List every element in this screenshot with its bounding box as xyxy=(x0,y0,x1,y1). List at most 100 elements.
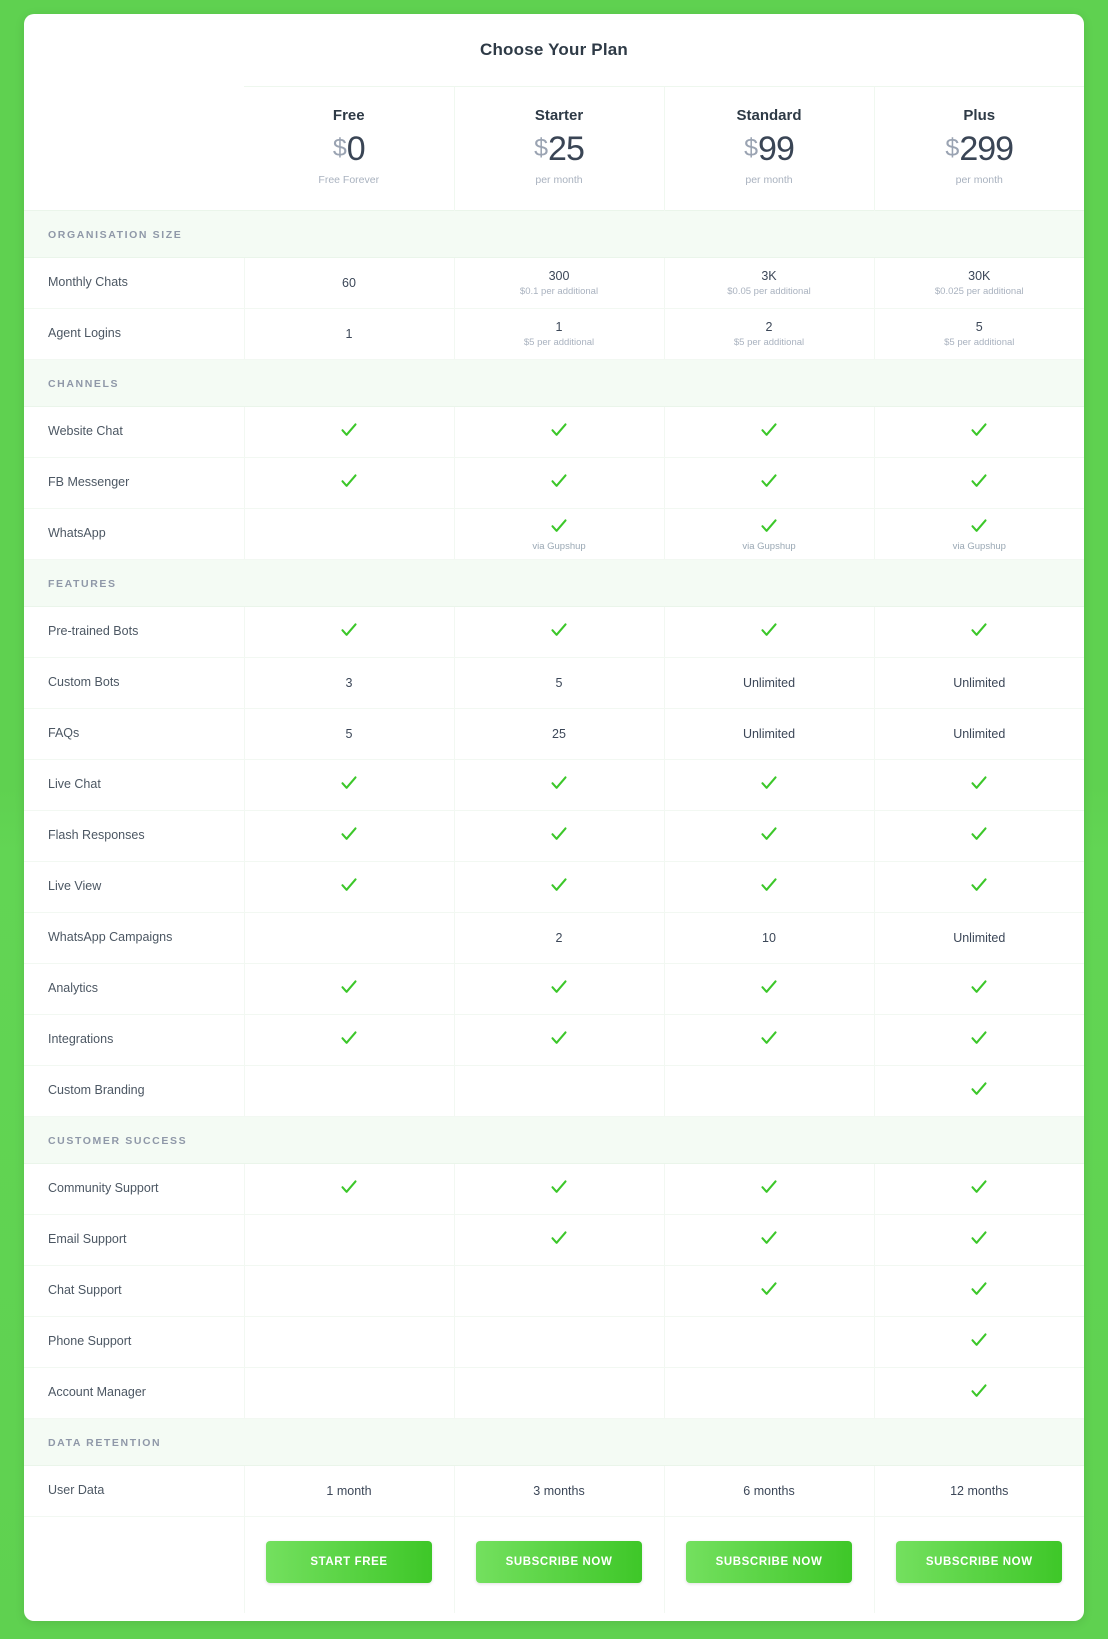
feature-label: WhatsApp xyxy=(24,508,244,560)
page-title: Choose Your Plan xyxy=(479,40,629,59)
cell-value: 1 xyxy=(555,320,563,334)
plan-cta-button-starter[interactable]: SUBSCRIBE NOW xyxy=(476,1541,642,1583)
feature-label: Analytics xyxy=(24,963,244,1015)
cta-cell: START FREE xyxy=(243,1516,454,1613)
table-row: Integrations xyxy=(24,1014,1084,1066)
checkmark-icon xyxy=(550,876,568,894)
feature-value-cell xyxy=(243,406,454,458)
table-row: Website Chat xyxy=(24,406,1084,458)
section-label: CUSTOMER SUCCESS xyxy=(48,1135,188,1147)
currency-symbol: $ xyxy=(945,134,960,162)
cta-cell: SUBSCRIBE NOW xyxy=(873,1516,1084,1613)
feature-label: Email Support xyxy=(24,1214,244,1266)
checkmark-icon xyxy=(970,1029,988,1047)
cell-subtext: $0.025 per additional xyxy=(934,286,1024,297)
feature-value-cell: via Gupshup xyxy=(453,508,664,560)
feature-value-cell: via Gupshup xyxy=(873,508,1084,560)
feature-value-cell: 1 xyxy=(243,308,454,360)
table-row: Pre-trained Bots xyxy=(24,606,1084,658)
feature-value-cell xyxy=(873,457,1084,509)
checkmark-icon xyxy=(760,876,778,894)
plan-period: Free Forever xyxy=(318,174,380,186)
feature-label: Phone Support xyxy=(24,1316,244,1368)
feature-value-cell xyxy=(663,1367,874,1419)
cell-value: 10 xyxy=(762,931,776,945)
feature-value-cell xyxy=(663,1163,874,1215)
feature-label: Website Chat xyxy=(24,406,244,458)
checkmark-icon xyxy=(760,421,778,439)
cta-cell: SUBSCRIBE NOW xyxy=(453,1516,664,1613)
feature-label: WhatsApp Campaigns xyxy=(24,912,244,964)
feature-label: FB Messenger xyxy=(24,457,244,509)
feature-value-cell xyxy=(243,1163,454,1215)
section-label: ORGANISATION SIZE xyxy=(48,229,183,241)
plan-cta-button-standard[interactable]: SUBSCRIBE NOW xyxy=(686,1541,852,1583)
checkmark-icon xyxy=(760,978,778,996)
checkmark-icon xyxy=(970,421,988,439)
section-header-cell: FEATURES xyxy=(24,559,1084,607)
checkmark-icon xyxy=(970,825,988,843)
feature-value-cell xyxy=(243,1214,454,1266)
feature-value-cell: 5 xyxy=(243,708,454,760)
feature-value-cell xyxy=(873,1163,1084,1215)
feature-label: Community Support xyxy=(24,1163,244,1215)
feature-value-cell xyxy=(453,1065,664,1117)
feature-value-cell xyxy=(453,1265,664,1317)
feature-value-cell: 10 xyxy=(663,912,874,964)
table-row: Agent Logins 1 1 $5 per additional 2 $5 per a… xyxy=(24,308,1084,360)
feature-value-cell xyxy=(243,1265,454,1317)
table-row: User Data 1 month 3 months 6 months 12 month… xyxy=(24,1465,1084,1517)
feature-value-cell xyxy=(873,1214,1084,1266)
feature-value-cell: via Gupshup xyxy=(663,508,874,560)
feature-value-cell: 2 $5 per additional xyxy=(663,308,874,360)
plan-header-row: Free $0 Free Forever Starter $25 per month Sta… xyxy=(24,86,1084,211)
cell-value: Unlimited xyxy=(953,676,1006,690)
plan-period: per month xyxy=(535,174,583,186)
feature-value-cell xyxy=(453,1214,664,1266)
checkmark-icon xyxy=(550,517,568,535)
feature-value-cell xyxy=(663,963,874,1015)
feature-label: Monthly Chats xyxy=(24,257,244,309)
cell-value: 1 xyxy=(345,327,353,341)
header-spacer-cell xyxy=(24,87,244,211)
cta-cell: SUBSCRIBE NOW xyxy=(663,1516,874,1613)
checkmark-icon xyxy=(550,825,568,843)
feature-value-cell xyxy=(453,606,664,658)
feature-value-cell xyxy=(243,861,454,913)
cell-value: 300 xyxy=(548,269,570,283)
feature-value-cell xyxy=(873,759,1084,811)
section-label: FEATURES xyxy=(48,578,117,590)
plan-header-starter: Starter $25 per month xyxy=(453,86,664,211)
feature-label: User Data xyxy=(24,1465,244,1517)
feature-value-cell: Unlimited xyxy=(873,708,1084,760)
checkmark-icon xyxy=(760,472,778,490)
feature-value-cell xyxy=(663,606,874,658)
cell-value: 5 xyxy=(975,320,983,334)
pricing-table-body: Free $0 Free Forever Starter $25 per month Sta… xyxy=(24,86,1084,1613)
feature-value-cell xyxy=(873,406,1084,458)
currency-symbol: $ xyxy=(332,134,347,162)
feature-value-cell xyxy=(243,457,454,509)
checkmark-icon xyxy=(970,1382,988,1400)
plan-cta-button-plus[interactable]: SUBSCRIBE NOW xyxy=(896,1541,1063,1583)
feature-value-cell xyxy=(663,1014,874,1066)
cell-value: 6 months xyxy=(743,1484,795,1498)
cell-value: 1 month xyxy=(326,1484,372,1498)
feature-value-cell xyxy=(453,1316,664,1368)
feature-value-cell: 6 months xyxy=(663,1465,874,1517)
cell-subtext: via Gupshup xyxy=(532,540,586,552)
checkmark-icon xyxy=(550,1178,568,1196)
checkmark-icon xyxy=(550,978,568,996)
feature-label: Custom Branding xyxy=(24,1065,244,1117)
plan-cta-button-free[interactable]: START FREE xyxy=(266,1541,432,1583)
feature-value-cell xyxy=(873,810,1084,862)
checkmark-icon xyxy=(760,517,778,535)
table-row: Phone Support xyxy=(24,1316,1084,1368)
plan-name: Standard xyxy=(736,107,802,124)
table-row: Monthly Chats 60 300 $0.1 per additional 3K $… xyxy=(24,257,1084,309)
section-header-cell: CHANNELS xyxy=(24,359,1084,407)
plan-name: Starter xyxy=(534,107,584,124)
feature-value-cell xyxy=(243,1316,454,1368)
feature-label: Chat Support xyxy=(24,1265,244,1317)
checkmark-icon xyxy=(970,1229,988,1247)
